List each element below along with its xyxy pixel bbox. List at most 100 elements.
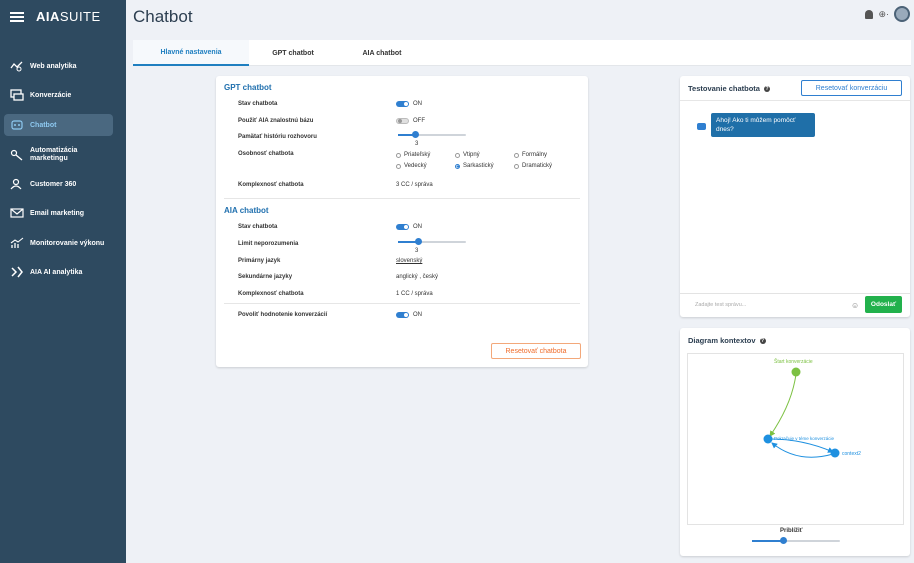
language-icon[interactable]: ⊕· bbox=[878, 9, 889, 20]
tab-aia-chatbot[interactable]: AIA chatbot bbox=[337, 40, 427, 66]
test-chatbot-card: Testovanie chatbota? Resetovať konverzác… bbox=[680, 76, 910, 317]
radio-dot bbox=[455, 152, 460, 158]
slider-fill bbox=[752, 540, 783, 542]
gpt-section-title: GPT chatbot bbox=[224, 83, 272, 92]
gpt-db-label: Použiť AIA znalostnú bázu bbox=[238, 118, 314, 124]
tab-gpt-chatbot[interactable]: GPT chatbot bbox=[249, 40, 337, 66]
node-topic-label: Pokračuje v téme konverzácie bbox=[774, 436, 835, 441]
personality-option-sarcastic[interactable]: Sarkastický bbox=[455, 163, 494, 169]
sidebar-item-automation[interactable]: Automatizácia marketingu bbox=[4, 143, 113, 167]
aia-secondary-languages-label: Sekundárne jazyky bbox=[238, 274, 293, 280]
aia-status-value: ON bbox=[413, 224, 422, 230]
menu-icon[interactable] bbox=[10, 11, 24, 22]
avatar[interactable] bbox=[894, 6, 910, 22]
help-icon[interactable]: ? bbox=[763, 86, 770, 93]
chatbot-icon bbox=[11, 120, 23, 130]
sidebar-item-ai-analytics[interactable]: AIA AI analytika bbox=[4, 261, 113, 283]
personality-option-scientific[interactable]: Vedecký bbox=[396, 163, 427, 169]
emoji-icon[interactable]: ☺ bbox=[851, 301, 859, 310]
web-analytics-icon bbox=[10, 61, 23, 72]
gpt-db-toggle[interactable] bbox=[396, 118, 409, 124]
divider bbox=[224, 303, 580, 304]
rating-label: Povoliť hodnotenie konverzácií bbox=[238, 312, 328, 318]
aia-secondary-languages-value[interactable]: anglický , český bbox=[396, 274, 438, 280]
radio-dot-selected bbox=[455, 163, 460, 169]
chat-input[interactable]: Zadajte test správu... bbox=[695, 302, 746, 308]
node-start[interactable] bbox=[791, 367, 801, 377]
bell-icon[interactable] bbox=[865, 9, 874, 19]
gpt-status-label: Stav chatbota bbox=[238, 101, 278, 107]
page-title: Chatbot bbox=[133, 7, 193, 26]
sidebar: AIASUITE Web analytika Konverzácie Chatb… bbox=[0, 0, 126, 563]
chat-input-row: Zadajte test správu... ☺ Odoslať bbox=[680, 293, 910, 317]
aia-complexity-label: Komplexnosť chatbota bbox=[238, 291, 304, 297]
slider-thumb[interactable] bbox=[415, 238, 423, 245]
node-context2[interactable] bbox=[830, 448, 840, 458]
ai-analytics-icon bbox=[11, 266, 23, 278]
tab-bar: Hlavné nastavenia GPT chatbot AIA chatbo… bbox=[133, 40, 911, 66]
aia-limit-label: Limit neporozumenia bbox=[238, 241, 299, 247]
customer-icon bbox=[10, 178, 22, 190]
gpt-complexity-label: Komplexnosť chatbota bbox=[238, 182, 304, 188]
sidebar-item-web-analytics[interactable]: Web analytika bbox=[4, 55, 113, 77]
edge-start-to-topic bbox=[769, 373, 797, 437]
rating-toggle[interactable] bbox=[396, 312, 409, 318]
logo[interactable]: AIASUITE bbox=[36, 9, 101, 24]
personality-option-dramatic[interactable]: Dramatický bbox=[514, 163, 552, 169]
gpt-complexity-value: 3 CC / správa bbox=[396, 182, 433, 188]
aia-section-title: AIA chatbot bbox=[224, 206, 269, 215]
slider-thumb[interactable] bbox=[412, 131, 419, 138]
reset-chatbot-button[interactable]: Resetovať chatbota bbox=[491, 343, 581, 359]
radio-dot bbox=[396, 152, 401, 158]
send-button[interactable]: Odoslať bbox=[865, 296, 902, 313]
personality-option-formal[interactable]: Formálny bbox=[514, 152, 547, 158]
radio-dot bbox=[396, 163, 401, 169]
diagram-card: Diagram kontextov? Štart konverzácie Pok… bbox=[680, 328, 910, 556]
bot-message: Ahoj! Ako ti môžem pomôcť dnes? bbox=[711, 113, 815, 137]
monitoring-icon bbox=[10, 237, 24, 248]
node-topic[interactable] bbox=[763, 434, 773, 444]
aia-limit-value: 3 bbox=[415, 248, 419, 254]
aia-status-toggle[interactable] bbox=[396, 224, 409, 230]
personality-option-friendly[interactable]: Priateľský bbox=[396, 152, 430, 158]
gpt-status-toggle[interactable] bbox=[396, 101, 409, 107]
zoom-label: Priblížiť bbox=[780, 528, 803, 534]
divider bbox=[224, 198, 580, 199]
gpt-history-slider[interactable] bbox=[398, 131, 466, 138]
rating-value: ON bbox=[413, 312, 422, 318]
diagram-title-row: Diagram kontextov? bbox=[688, 336, 766, 345]
brand: AIASUITE bbox=[10, 9, 101, 24]
sidebar-item-email-marketing[interactable]: Email marketing bbox=[4, 202, 113, 224]
edge-context2-to-topic bbox=[771, 442, 834, 458]
sidebar-item-customer-360[interactable]: Customer 360 bbox=[4, 173, 113, 195]
diagram-title: Diagram kontextov bbox=[688, 336, 756, 345]
slider-thumb[interactable] bbox=[779, 537, 787, 544]
aia-complexity-value: 1 CC / správa bbox=[396, 291, 433, 297]
reset-conversation-button[interactable]: Resetovať konverzáciu bbox=[801, 80, 902, 96]
aia-primary-language-label: Primárny jazyk bbox=[238, 258, 281, 264]
bot-avatar-icon bbox=[697, 123, 706, 130]
automation-icon bbox=[10, 149, 23, 161]
conversations-icon bbox=[10, 89, 24, 101]
test-chatbot-title: Testovanie chatbota bbox=[688, 84, 760, 93]
sidebar-item-monitoring[interactable]: Monitorovanie výkonu bbox=[4, 232, 113, 254]
aia-status-label: Stav chatbota bbox=[238, 224, 278, 230]
node-start-label: Štart konverzácie bbox=[774, 358, 813, 365]
aia-limit-slider[interactable] bbox=[398, 238, 466, 245]
gpt-status-value: ON bbox=[413, 101, 422, 107]
divider bbox=[680, 100, 910, 101]
email-icon bbox=[10, 208, 24, 218]
personality-option-funny[interactable]: Vtipný bbox=[455, 152, 480, 158]
help-icon[interactable]: ? bbox=[759, 338, 766, 345]
gpt-personality-label: Osobnosť chatbota bbox=[238, 151, 294, 157]
test-chatbot-title-row: Testovanie chatbota? bbox=[688, 84, 770, 93]
sidebar-item-conversations[interactable]: Konverzácie bbox=[4, 84, 113, 106]
sidebar-item-chatbot[interactable]: Chatbot bbox=[4, 114, 113, 136]
tab-main-settings[interactable]: Hlavné nastavenia bbox=[133, 40, 249, 66]
context-diagram[interactable]: Štart konverzácie Pokračuje v téme konve… bbox=[687, 353, 904, 525]
zoom-slider[interactable] bbox=[752, 537, 840, 544]
aia-primary-language-select[interactable]: slovenský bbox=[396, 258, 422, 264]
gpt-history-label: Pamätať históriu rozhovoru bbox=[238, 134, 317, 140]
node-context2-label: context2 bbox=[842, 451, 861, 457]
settings-card: GPT chatbot Stav chatbota ON Použiť AIA … bbox=[216, 76, 588, 367]
